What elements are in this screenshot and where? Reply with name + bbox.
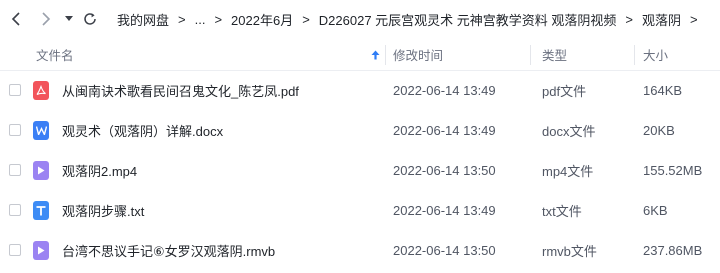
- column-header-modified-label: 修改时间: [393, 49, 444, 63]
- file-name[interactable]: 观落阴2.mp4: [62, 150, 137, 190]
- breadcrumb-separator: >: [302, 11, 310, 27]
- file-modified-time: 2022-06-14 13:49: [393, 122, 496, 138]
- file-type: pdf文件: [542, 83, 587, 99]
- file-modified-time: 2022-06-14 13:49: [393, 202, 496, 218]
- breadcrumb-2022-june[interactable]: 2022年6月: [231, 10, 293, 29]
- sort-ascending-icon: [371, 50, 380, 59]
- file-type: mp4文件: [542, 163, 594, 179]
- file-row[interactable]: 台湾不思议手记⑥女罗汉观落阴.rmvb 2022-06-14 13:50 rmv…: [0, 230, 720, 270]
- column-header-type-label: 类型: [542, 49, 568, 63]
- caret-down-icon: [65, 16, 73, 21]
- breadcrumb-d226027-folder[interactable]: D226027 元辰宫观灵术 元神宫教学资料 观落阴视频: [319, 10, 617, 29]
- row-checkbox[interactable]: [9, 164, 21, 176]
- file-size: 164KB: [643, 82, 683, 98]
- pdf-icon: [33, 81, 49, 100]
- row-checkbox[interactable]: [9, 124, 21, 136]
- toolbar: 我的网盘 > ... > 2022年6月 > D226027 元辰宫观灵术 元神…: [0, 0, 720, 38]
- file-size: 155.52MB: [643, 162, 703, 178]
- chevron-right-icon: [42, 12, 51, 26]
- word-doc-icon: [33, 121, 49, 140]
- breadcrumb-current-folder[interactable]: 观落阴: [642, 10, 681, 29]
- history-dropdown-button[interactable]: [62, 7, 76, 31]
- breadcrumb-my-drive[interactable]: 我的网盘: [117, 10, 169, 29]
- column-divider: [385, 45, 386, 65]
- video-file-icon: [33, 161, 49, 180]
- file-type: rmvb文件: [542, 243, 597, 259]
- breadcrumb-separator: >: [178, 11, 186, 27]
- breadcrumb: 我的网盘 > ... > 2022年6月 > D226027 元辰宫观灵术 元神…: [117, 0, 707, 38]
- column-divider: [530, 45, 531, 65]
- breadcrumb-separator: >: [214, 11, 223, 27]
- refresh-button[interactable]: [80, 7, 100, 31]
- file-type: txt文件: [542, 203, 582, 219]
- file-size: 237.86MB: [643, 242, 703, 258]
- chevron-left-icon: [11, 12, 20, 26]
- file-type: docx文件: [542, 123, 596, 139]
- file-row[interactable]: 观灵术（观落阴）详解.docx 2022-06-14 13:49 docx文件 …: [0, 110, 720, 150]
- breadcrumb-separator: >: [690, 11, 698, 27]
- breadcrumb-ellipsis[interactable]: ...: [195, 12, 206, 27]
- file-size: 6KB: [643, 202, 668, 218]
- file-row[interactable]: 从闽南诀术歌看民间召鬼文化_陈艺凤.pdf 2022-06-14 13:49 p…: [0, 70, 720, 110]
- column-header-type[interactable]: 类型: [542, 38, 632, 71]
- file-name[interactable]: 观落阴步骤.txt: [62, 190, 144, 230]
- file-modified-time: 2022-06-14 13:50: [393, 242, 496, 258]
- video-file-icon: [33, 241, 49, 260]
- column-header-name-label: 文件名: [36, 49, 74, 63]
- file-size: 20KB: [643, 122, 675, 138]
- file-row[interactable]: 观落阴2.mp4 2022-06-14 13:50 mp4文件 155.52MB: [0, 150, 720, 190]
- file-name[interactable]: 台湾不思议手记⑥女罗汉观落阴.rmvb: [62, 230, 275, 270]
- column-divider: [634, 45, 635, 65]
- refresh-icon: [84, 13, 96, 25]
- file-modified-time: 2022-06-14 13:50: [393, 162, 496, 178]
- row-checkbox[interactable]: [9, 84, 21, 96]
- breadcrumb-separator: >: [625, 11, 633, 27]
- text-file-icon: [33, 201, 49, 220]
- file-name[interactable]: 从闽南诀术歌看民间召鬼文化_陈艺凤.pdf: [62, 70, 299, 110]
- file-name[interactable]: 观灵术（观落阴）详解.docx: [62, 110, 223, 150]
- column-header-size-label: 大小: [643, 49, 669, 63]
- file-row[interactable]: 观落阴步骤.txt 2022-06-14 13:49 txt文件 6KB: [0, 190, 720, 230]
- file-modified-time: 2022-06-14 13:49: [393, 82, 496, 98]
- column-header-name[interactable]: 文件名: [36, 38, 382, 71]
- row-checkbox[interactable]: [9, 244, 21, 256]
- file-list-header: 文件名 修改时间 类型 大小: [0, 38, 720, 71]
- column-header-modified[interactable]: 修改时间: [393, 38, 523, 71]
- forward-button[interactable]: [36, 7, 56, 31]
- row-checkbox[interactable]: [9, 204, 21, 216]
- column-header-size[interactable]: 大小: [643, 38, 713, 71]
- back-button[interactable]: [6, 7, 26, 31]
